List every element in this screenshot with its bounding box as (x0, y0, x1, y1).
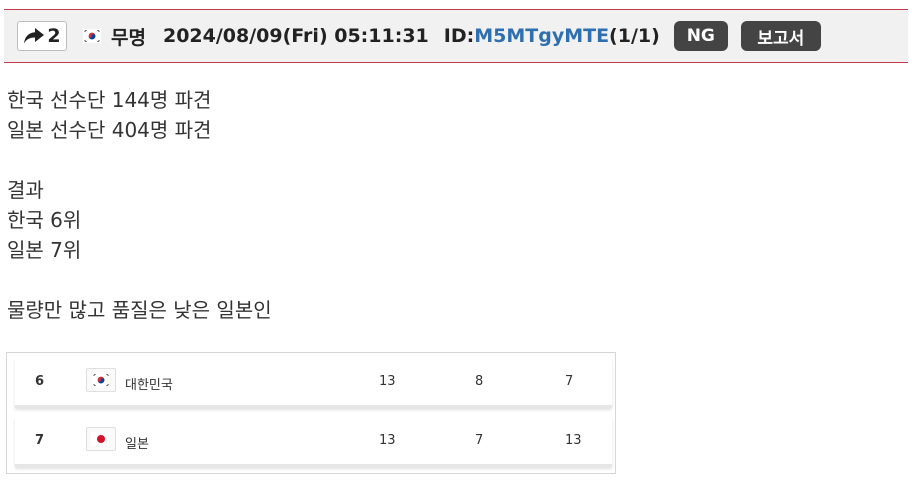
body-line (7, 145, 272, 175)
medal-table-row: 7 일본 13 7 13 (15, 417, 612, 467)
bronze-count: 7 (565, 374, 574, 389)
body-line: 일본 선수단 404명 파견 (7, 118, 212, 142)
country-name: 대한민국 (125, 378, 173, 393)
reply-arrow-icon (24, 28, 45, 44)
reply-count: 2 (47, 25, 61, 47)
poster-id-label: ID: (443, 25, 475, 47)
post-datetime: 2024/08/09(Fri) 05:11:31 (162, 25, 429, 47)
silver-count: 7 (475, 433, 484, 448)
rank: 7 (35, 433, 45, 448)
author-name: 무명 (111, 26, 146, 49)
bronze-count: 13 (565, 433, 582, 448)
post-body: 한국 선수단 144명 파견 일본 선수단 404명 파견 결과 한국 6위 일… (7, 85, 272, 325)
body-line: 물량만 많고 품질은 낮은 일본인 (7, 298, 272, 322)
korea-flag-icon (86, 368, 116, 392)
japan-flag-icon (86, 427, 116, 451)
gold-count: 13 (379, 374, 396, 389)
country-name: 일본 (125, 437, 149, 452)
reply-count-button[interactable]: 2 (17, 21, 67, 51)
ng-button[interactable]: NG (673, 21, 728, 51)
report-button[interactable]: 보고서 (740, 21, 821, 51)
medal-table-row: 6 대한민국 13 8 7 (15, 358, 612, 408)
poster-id-count: (1/1) (609, 25, 660, 47)
gold-count: 13 (379, 433, 396, 448)
poster-id-link[interactable]: M5MTgyMTE (474, 25, 609, 47)
rank: 6 (35, 374, 45, 389)
body-line: 한국 선수단 144명 파견 (7, 88, 212, 112)
post-header: 2 무명 2024/08/09(Fri) 05:11:31 ID: M5MTgy… (4, 9, 908, 63)
silver-count: 8 (475, 374, 484, 389)
medal-table-image[interactable]: 6 대한민국 13 8 7 7 일본 13 7 13 (6, 352, 616, 474)
body-line: 일본 7위 (7, 238, 82, 262)
body-line: 한국 6위 (7, 208, 82, 232)
korea-flag-icon (83, 29, 101, 43)
body-line (7, 265, 272, 295)
body-line: 결과 (7, 178, 44, 202)
